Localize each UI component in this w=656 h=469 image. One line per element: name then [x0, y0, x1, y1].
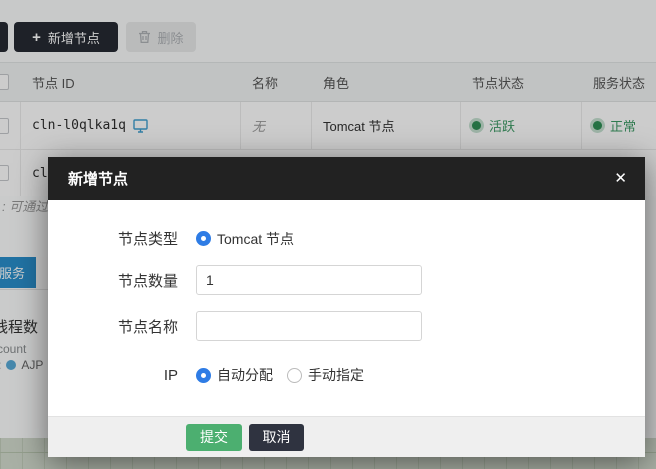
modal-title: 新增节点: [68, 168, 614, 189]
form-row-node-type: 节点类型 Tomcat 节点: [48, 228, 645, 249]
form-row-ip: IP 自动分配 手动指定: [48, 365, 645, 385]
ip-radio-auto[interactable]: 自动分配: [196, 365, 273, 385]
screen: + 新增节点 删除 节点 ID 名称 角色: [0, 0, 656, 469]
ip-label: IP: [48, 367, 178, 384]
modal-header: 新增节点 ✕: [48, 157, 645, 200]
form-row-node-count: 节点数量: [48, 265, 645, 295]
add-node-modal: 新增节点 ✕ 节点类型 Tomcat 节点 节点数量: [48, 157, 645, 457]
node-count-label: 节点数量: [48, 270, 178, 291]
node-count-input[interactable]: [196, 265, 422, 295]
cancel-button[interactable]: 取消: [249, 424, 304, 451]
ip-radio-manual[interactable]: 手动指定: [287, 365, 364, 385]
node-name-input[interactable]: [196, 311, 422, 341]
radio-selected-icon: [196, 231, 211, 246]
node-type-radio-tomcat[interactable]: Tomcat 节点: [196, 229, 294, 249]
node-type-label: 节点类型: [48, 228, 178, 249]
node-type-option-label: Tomcat 节点: [217, 229, 294, 249]
submit-button[interactable]: 提交: [186, 424, 242, 451]
modal-body: 节点类型 Tomcat 节点 节点数量 节点名称: [48, 200, 645, 416]
ip-manual-label: 手动指定: [308, 365, 364, 385]
close-icon[interactable]: ✕: [614, 171, 627, 186]
ip-auto-label: 自动分配: [217, 365, 273, 385]
modal-footer: 提交 取消: [48, 416, 645, 457]
form-row-node-name: 节点名称: [48, 311, 645, 341]
node-name-label: 节点名称: [48, 316, 178, 337]
radio-unselected-icon: [287, 368, 302, 383]
radio-selected-icon: [196, 368, 211, 383]
